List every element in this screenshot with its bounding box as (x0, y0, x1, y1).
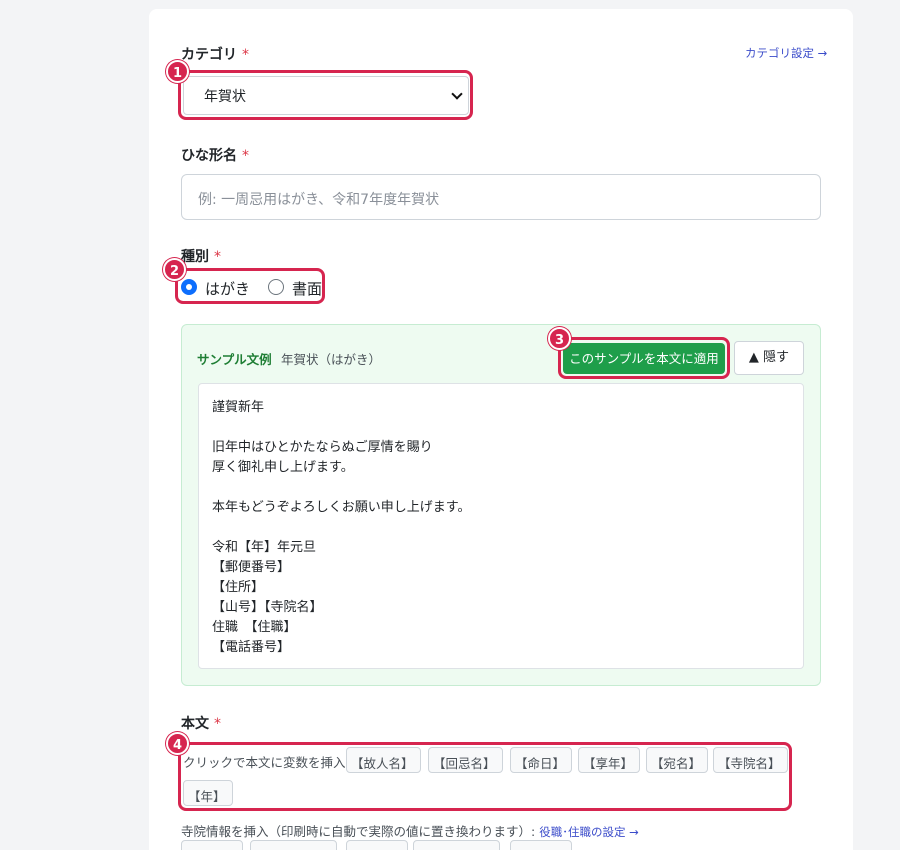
category-label-text: カテゴリ (181, 47, 237, 63)
category-label: カテゴリ * (181, 44, 249, 64)
temple-variable-chip[interactable]: 【住所】 (346, 840, 409, 850)
temple-info-hint-text: 寺院情報を挿入（印刷時に自動で実際の値に置き換わります）: (181, 824, 536, 839)
sample-line: 【山号】【寺院名】 (212, 600, 323, 615)
sample-line (212, 418, 803, 438)
annotation-badge-1: 1 (166, 60, 189, 83)
sample-subtitle: 年賀状（はがき） (281, 352, 382, 367)
highlight-box-4 (178, 742, 792, 811)
required-mark: * (214, 716, 221, 732)
temple-variable-chip[interactable]: 【山号】 (181, 840, 244, 850)
highlight-box-1 (178, 70, 473, 120)
annotation-badge-4: 4 (166, 732, 189, 755)
annotation-badge-2: 2 (163, 258, 186, 281)
sample-line (212, 518, 803, 538)
type-label-text: 種別 (181, 249, 209, 265)
hide-sample-button[interactable]: ▲ 隠す (734, 341, 804, 375)
temple-info-hint: 寺院情報を挿入（印刷時に自動で実際の値に置き換わります）: 役職･住職の設定 → (181, 821, 639, 840)
temple-variable-chip[interactable]: 【電話番号】 (413, 840, 501, 850)
sample-line: 謹賀新年 (212, 400, 265, 415)
category-settings-link[interactable]: カテゴリ設定 → (745, 45, 827, 61)
temple-variable-chip[interactable]: 【郵便番号】 (250, 840, 338, 850)
template-name-input[interactable]: 例: 一周忌用はがき、令和7年度年賀状 (181, 174, 821, 220)
required-mark: * (214, 249, 221, 265)
sample-line: 旧年中はひとかたならぬご厚情を賜り (212, 440, 433, 455)
sample-line: 本年もどうぞよろしくお願い申し上げます。 (212, 500, 471, 515)
sample-line: 【郵便番号】 (212, 560, 291, 575)
template-name-label: ひな形名 * (181, 145, 249, 165)
sample-line: 厚く御礼申し上げます。 (212, 460, 354, 475)
template-name-label-text: ひな形名 (181, 148, 237, 164)
body-label-text: 本文 (181, 716, 209, 732)
body-label: 本文 * (181, 713, 221, 733)
sample-line: 【住所】 (212, 580, 265, 595)
sample-text-box: 謹賀新年 旧年中はひとかたならぬご厚情を賜り 厚く御礼申し上げます。 本年もどう… (198, 383, 804, 669)
temple-variable-chip[interactable]: 【住職】 (510, 840, 573, 850)
sample-line: 令和【年】年元旦 (212, 540, 317, 555)
sample-line: 住職 【住職】 (212, 620, 297, 635)
type-label: 種別 * (181, 246, 221, 266)
highlight-box-3 (558, 337, 730, 379)
role-settings-link[interactable]: 役職･住職の設定 → (539, 825, 639, 839)
sample-title: サンプル文例 (197, 352, 272, 367)
sample-line: 【電話番号】 (212, 640, 291, 655)
sample-line (212, 478, 803, 498)
required-mark: * (242, 148, 249, 164)
required-mark: * (242, 47, 249, 63)
highlight-box-2 (175, 268, 325, 304)
template-name-placeholder: 例: 一周忌用はがき、令和7年度年賀状 (198, 192, 440, 208)
annotation-badge-3: 3 (548, 327, 571, 350)
